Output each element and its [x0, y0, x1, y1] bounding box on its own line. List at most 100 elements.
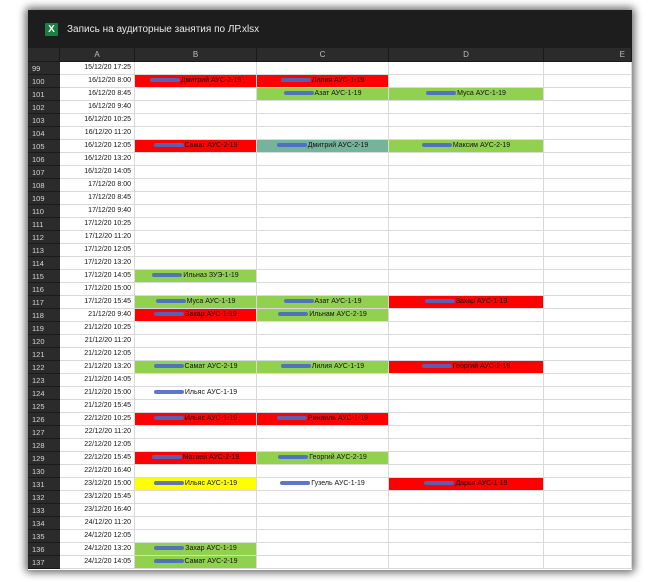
cell-a[interactable]: 17/12/20 13:20	[60, 257, 135, 270]
row-header[interactable]: 113	[28, 244, 60, 257]
cell-e[interactable]	[544, 452, 632, 465]
cell-a[interactable]: 17/12/20 8:45	[60, 192, 135, 205]
cell-d[interactable]	[389, 114, 544, 127]
cell-d[interactable]	[389, 127, 544, 140]
cell-e[interactable]	[544, 270, 632, 283]
cell-d[interactable]: Максим АУС-2-19	[389, 140, 544, 153]
row-header[interactable]: 125	[28, 400, 60, 413]
cell-d[interactable]	[389, 257, 544, 270]
cell-a[interactable]: 21/12/20 15:00	[60, 387, 135, 400]
cell-a[interactable]: 16/12/20 10:25	[60, 114, 135, 127]
cell-e[interactable]	[544, 62, 632, 75]
cell-c[interactable]: Лилия АУС-1-19	[257, 361, 389, 374]
cell-d[interactable]	[389, 283, 544, 296]
cell-a[interactable]: 16/12/20 14:05	[60, 166, 135, 179]
cell-b[interactable]	[135, 244, 257, 257]
cell-c[interactable]	[257, 530, 389, 543]
cell-a[interactable]: 17/12/20 10:25	[60, 218, 135, 231]
cell-b[interactable]	[135, 153, 257, 166]
cell-d[interactable]	[389, 153, 544, 166]
cell-c[interactable]	[257, 244, 389, 257]
cell-a[interactable]: 17/12/20 11:20	[60, 231, 135, 244]
row-header[interactable]: 132	[28, 491, 60, 504]
cell-b[interactable]	[135, 127, 257, 140]
cell-a[interactable]: 21/12/20 15:45	[60, 400, 135, 413]
cell-b[interactable]: Самат АУС-2-19	[135, 140, 257, 153]
cell-a[interactable]: 15/12/20 17:25	[60, 62, 135, 75]
cell-d[interactable]	[389, 62, 544, 75]
cell-c[interactable]	[257, 543, 389, 556]
cell-e[interactable]	[544, 114, 632, 127]
cell-d[interactable]	[389, 530, 544, 543]
cell-d[interactable]	[389, 270, 544, 283]
cell-d[interactable]	[389, 465, 544, 478]
cell-c[interactable]: Дмитрий АУС-2-19	[257, 140, 389, 153]
cell-a[interactable]: 22/12/20 11:20	[60, 426, 135, 439]
cell-c[interactable]	[257, 426, 389, 439]
cell-a[interactable]: 24/12/20 14:05	[60, 556, 135, 569]
row-header[interactable]: 135	[28, 530, 60, 543]
column-header-d[interactable]: D	[389, 48, 544, 61]
cell-a[interactable]: 16/12/20 9:40	[60, 101, 135, 114]
cell-c[interactable]	[257, 387, 389, 400]
cell-b[interactable]: Самат АУС-2-19	[135, 556, 257, 569]
cell-b[interactable]: Матвей АУС-2-19	[135, 452, 257, 465]
cell-e[interactable]	[544, 465, 632, 478]
cell-e[interactable]	[544, 556, 632, 569]
cell-b[interactable]	[135, 179, 257, 192]
cell-c[interactable]	[257, 127, 389, 140]
corner-select-all[interactable]	[28, 48, 60, 61]
cell-e[interactable]	[544, 140, 632, 153]
cell-b[interactable]	[135, 504, 257, 517]
cell-b[interactable]	[135, 205, 257, 218]
cell-d[interactable]	[389, 452, 544, 465]
cell-b[interactable]	[135, 400, 257, 413]
cell-a[interactable]: 22/12/20 16:40	[60, 465, 135, 478]
column-header-a[interactable]: A	[60, 48, 135, 61]
cell-e[interactable]	[544, 478, 632, 491]
cell-b[interactable]	[135, 88, 257, 101]
cell-c[interactable]	[257, 322, 389, 335]
cell-d[interactable]	[389, 348, 544, 361]
row-header[interactable]: 128	[28, 439, 60, 452]
row-header[interactable]: 111	[28, 218, 60, 231]
cell-b[interactable]: Ильяс АУС-1-19	[135, 387, 257, 400]
cell-c[interactable]: Азат АУС-1-19	[257, 296, 389, 309]
cell-a[interactable]: 21/12/20 10:25	[60, 322, 135, 335]
cell-e[interactable]	[544, 400, 632, 413]
row-header[interactable]: 120	[28, 335, 60, 348]
cell-d[interactable]	[389, 504, 544, 517]
cell-b[interactable]	[135, 335, 257, 348]
row-header[interactable]: 108	[28, 179, 60, 192]
cell-e[interactable]	[544, 257, 632, 270]
cell-a[interactable]: 23/12/20 15:45	[60, 491, 135, 504]
cell-a[interactable]: 16/12/20 12:05	[60, 140, 135, 153]
cell-b[interactable]	[135, 517, 257, 530]
row-header[interactable]: 103	[28, 114, 60, 127]
cell-c[interactable]	[257, 62, 389, 75]
cell-a[interactable]: 17/12/20 14:05	[60, 270, 135, 283]
row-header[interactable]: 107	[28, 166, 60, 179]
cell-c[interactable]	[257, 270, 389, 283]
cell-e[interactable]	[544, 543, 632, 556]
cell-a[interactable]: 24/12/20 13:20	[60, 543, 135, 556]
cell-d[interactable]	[389, 75, 544, 88]
cell-b[interactable]: Ильназ ЗУЭ-1-19	[135, 270, 257, 283]
cell-a[interactable]: 24/12/20 12:05	[60, 530, 135, 543]
cell-d[interactable]	[389, 400, 544, 413]
row-header[interactable]: 114	[28, 257, 60, 270]
cell-d[interactable]: Дарья АУС-1-19	[389, 478, 544, 491]
cell-e[interactable]	[544, 166, 632, 179]
cell-e[interactable]	[544, 205, 632, 218]
cell-b[interactable]: Ильяс АУС-1-19	[135, 413, 257, 426]
cell-e[interactable]	[544, 218, 632, 231]
cell-d[interactable]	[389, 218, 544, 231]
cell-e[interactable]	[544, 127, 632, 140]
row-header[interactable]: 123	[28, 374, 60, 387]
cell-c[interactable]	[257, 283, 389, 296]
row-header[interactable]: 102	[28, 101, 60, 114]
row-header[interactable]: 105	[28, 140, 60, 153]
cell-b[interactable]	[135, 62, 257, 75]
cell-e[interactable]	[544, 192, 632, 205]
cell-b[interactable]: Захар АУС-1-19	[135, 309, 257, 322]
